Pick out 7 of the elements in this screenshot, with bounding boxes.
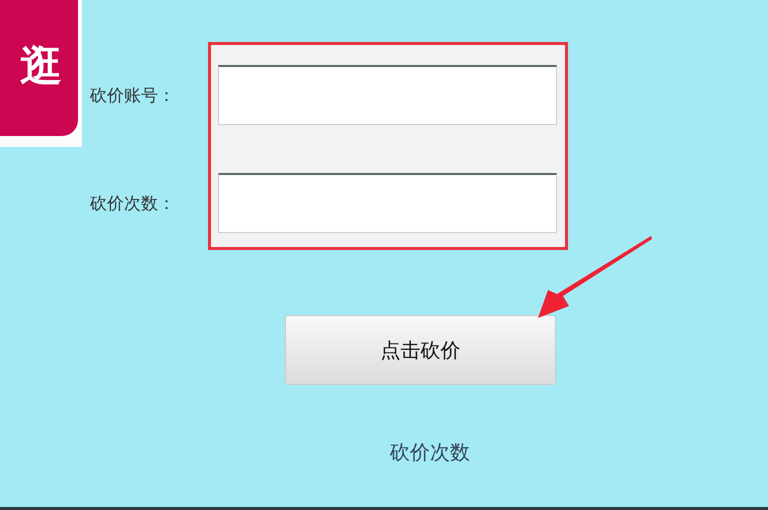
field-label: 砍价次数： [90, 192, 175, 214]
logo: 逛 [0, 0, 78, 136]
field-label: 砍价账号： [90, 84, 175, 106]
input-field[interactable] [218, 173, 557, 233]
input-field[interactable] [218, 65, 557, 125]
count-text: 砍价次数 [390, 439, 470, 466]
bargain-button[interactable]: 点击砍价 [285, 315, 556, 385]
